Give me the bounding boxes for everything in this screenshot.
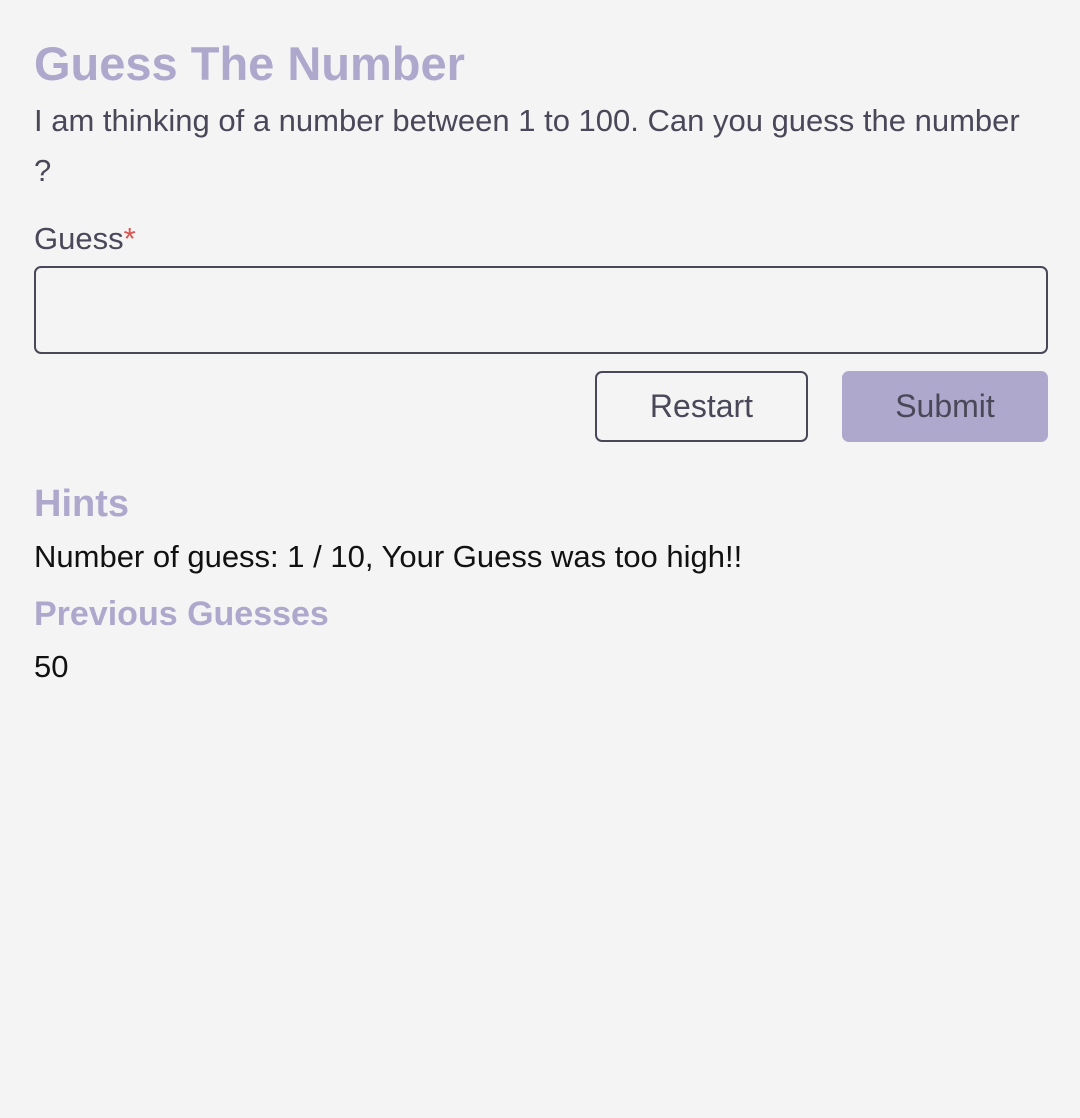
guess-label-text: Guess (34, 221, 124, 256)
previous-guesses-list: 50 (34, 646, 68, 688)
page-title: Guess The Number (34, 37, 465, 90)
previous-guesses-heading: Previous Guesses (34, 595, 329, 633)
previous-guess-item: 50 (34, 649, 69, 684)
intro-text: I am thinking of a number between 1 to 1… (34, 103, 1020, 188)
hint-text: Number of guess: 1 / 10, Your Guess was … (34, 539, 743, 574)
submit-button[interactable]: Submit (842, 371, 1048, 442)
required-asterisk: * (123, 221, 136, 256)
restart-button[interactable]: Restart (595, 371, 808, 442)
guess-label: Guess* (34, 218, 136, 260)
hints-heading: Hints (34, 483, 129, 525)
guess-input[interactable] (34, 266, 1048, 354)
